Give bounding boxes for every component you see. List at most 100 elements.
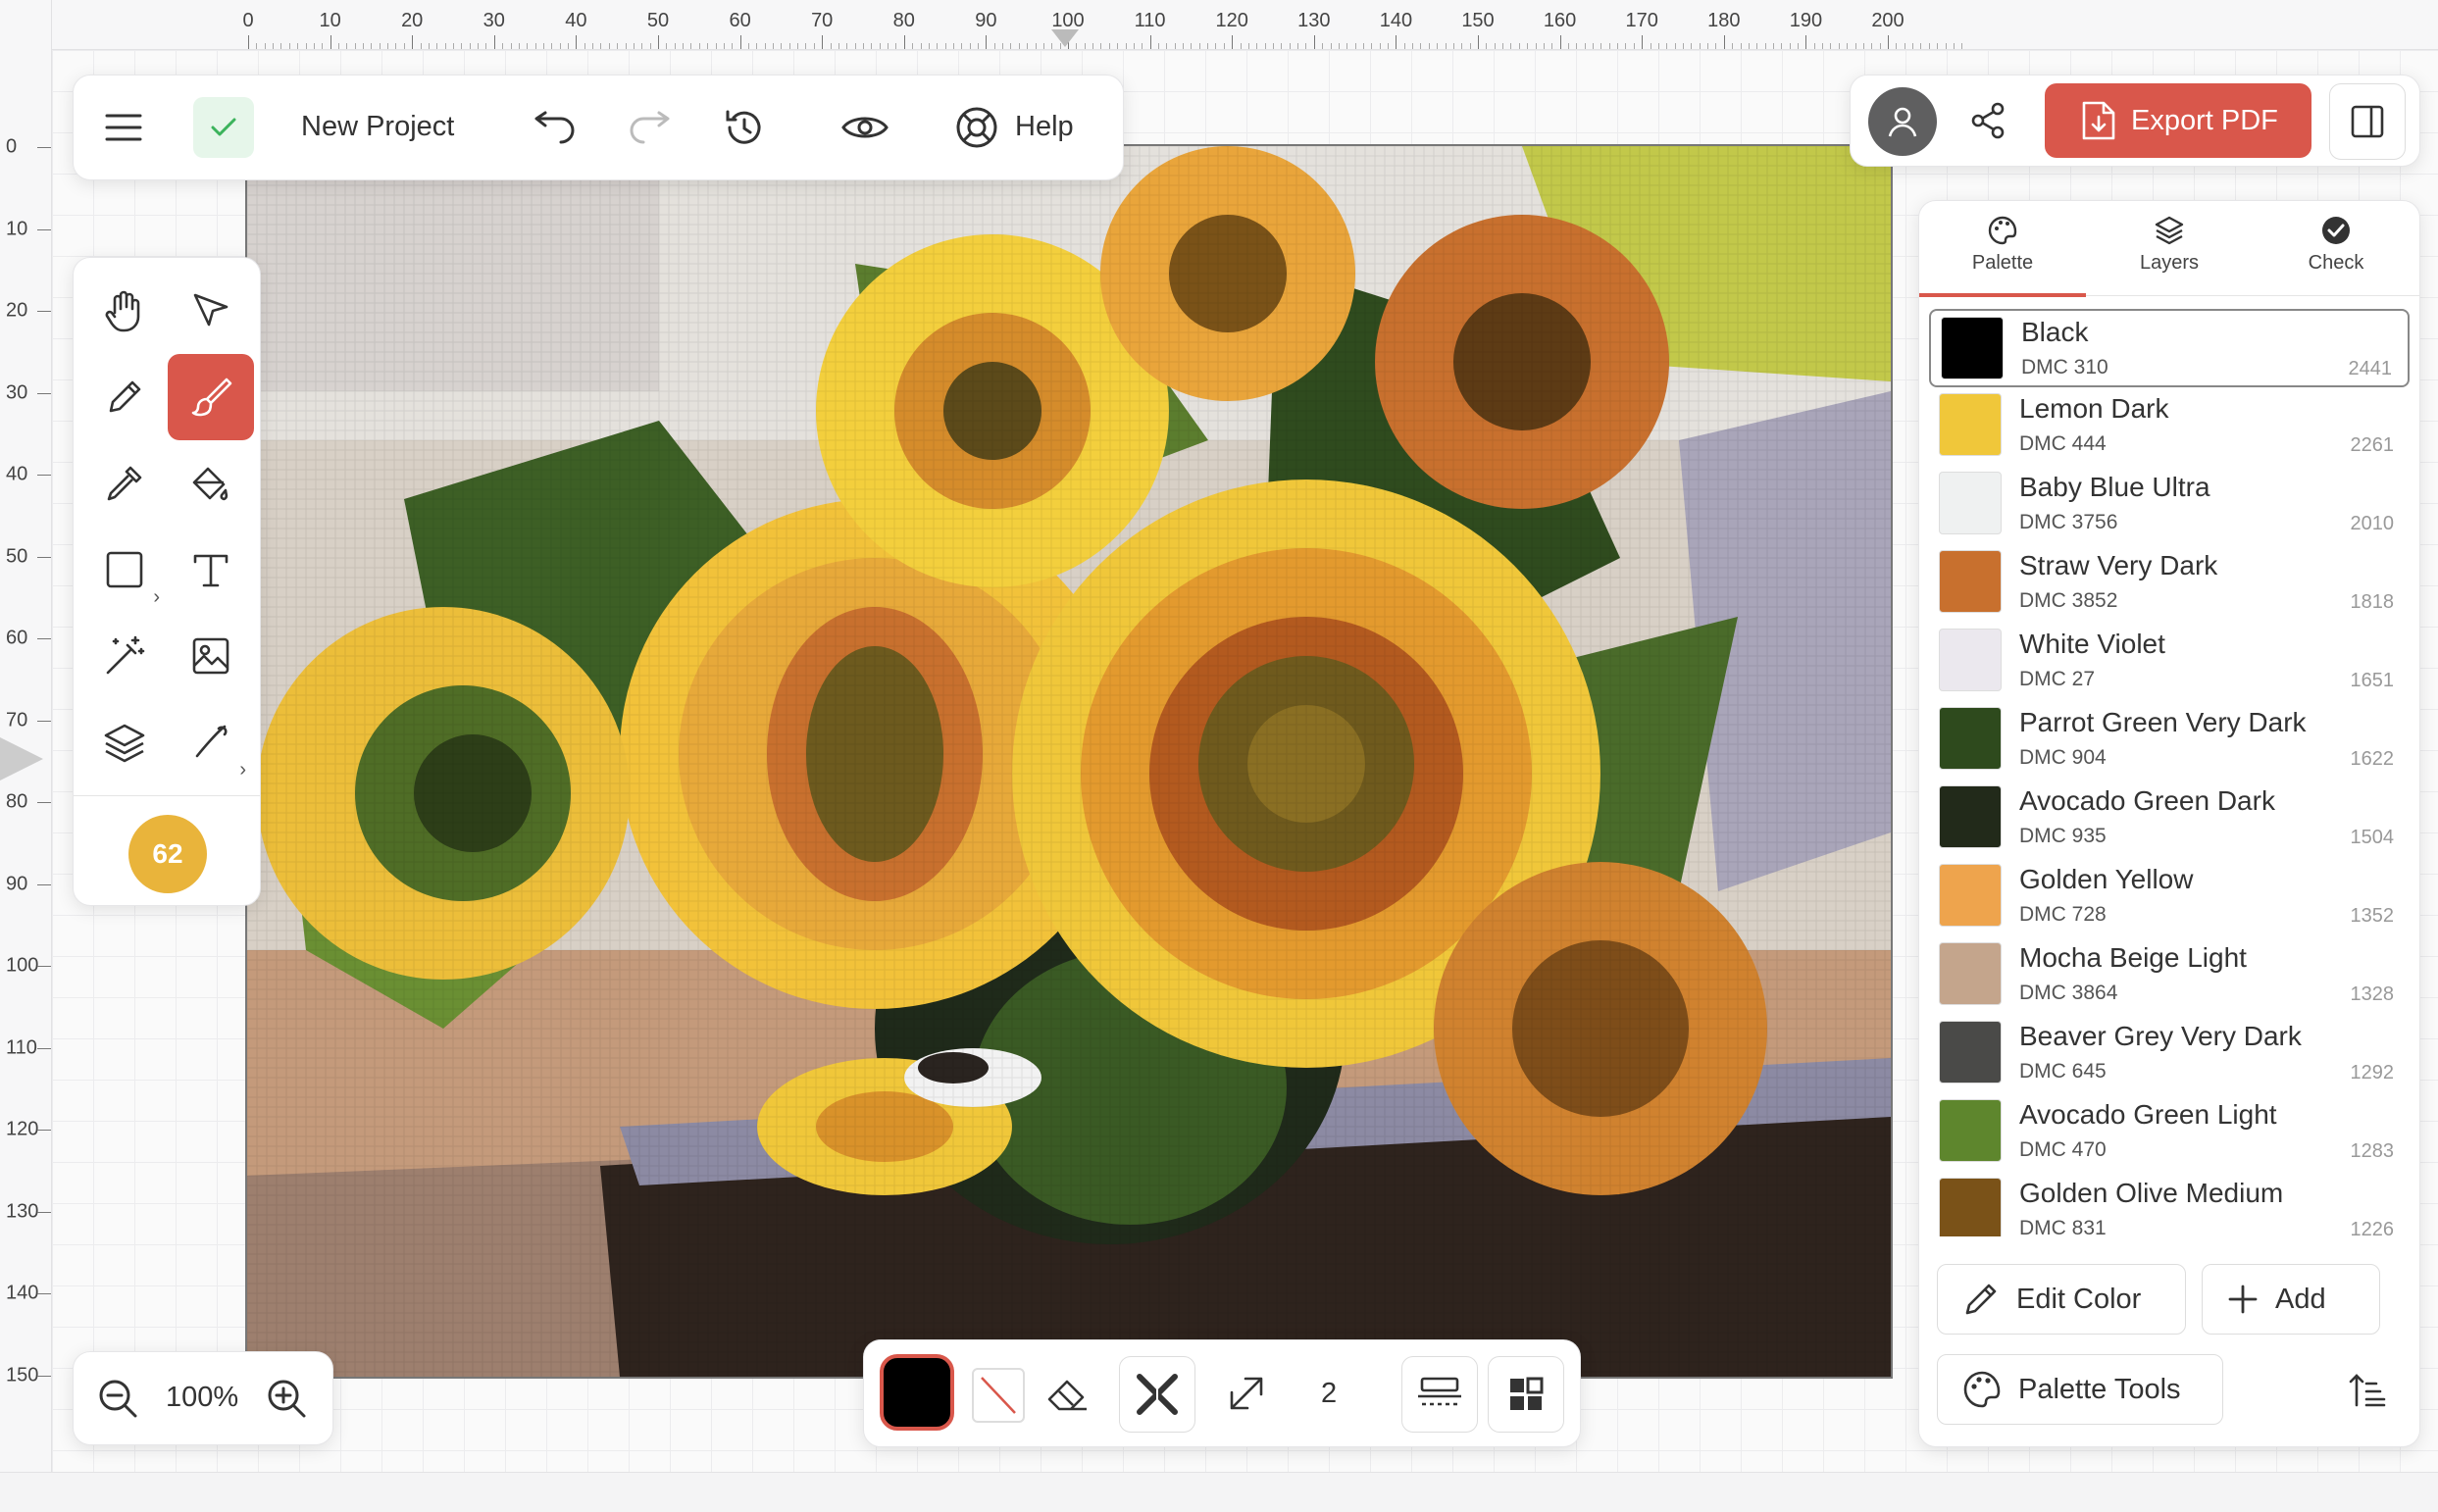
- ruler-tick: [37, 638, 51, 639]
- share-icon[interactable]: [1958, 91, 2017, 150]
- rectangle-tool[interactable]: ›: [81, 527, 168, 613]
- palette-color-list[interactable]: Black DMC 310 2441 Lemon Dark DMC 444 2261 Bab…: [1929, 309, 2410, 1236]
- brush-tool[interactable]: [168, 354, 254, 440]
- full-stitch-button[interactable]: [1119, 1356, 1195, 1433]
- palette-color-row[interactable]: Black DMC 310 2441: [1929, 309, 2410, 387]
- user-avatar[interactable]: [1868, 87, 1937, 156]
- ruler-top-label: 150: [1461, 10, 1495, 31]
- color-name: Parrot Green Very Dark: [2019, 707, 2307, 737]
- color-code: DMC 831: [2019, 1217, 2107, 1236]
- undo-icon[interactable]: [525, 97, 585, 158]
- help-lifebuoy-icon[interactable]: [946, 97, 1007, 158]
- image-tool[interactable]: [168, 613, 254, 699]
- pattern-canvas[interactable]: [245, 144, 1893, 1379]
- tab-palette[interactable]: Palette: [1919, 215, 2086, 297]
- sidebar-toggle-button[interactable]: [2329, 83, 2406, 160]
- ruler-top-label: 10: [319, 10, 341, 31]
- text-tool[interactable]: [168, 527, 254, 613]
- palette-color-row[interactable]: Mocha Beige Light DMC 3864 1328: [1929, 936, 2410, 1015]
- tab-layers[interactable]: Layers: [2086, 215, 2253, 275]
- stitch-size-value[interactable]: 2: [1321, 1378, 1337, 1410]
- color-name: Golden Yellow: [2019, 864, 2194, 894]
- needle-icon: [195, 725, 228, 758]
- ruler-minor-tick: [879, 43, 881, 49]
- current-color-swatch[interactable]: [880, 1354, 954, 1431]
- edit-color-button[interactable]: Edit Color: [1937, 1264, 2186, 1335]
- ruler-minor-tick: [1084, 43, 1086, 49]
- color-swatch: [1939, 707, 2002, 770]
- grid-view-button[interactable]: [1488, 1356, 1564, 1433]
- stitch-type-button[interactable]: [1401, 1356, 1478, 1433]
- stitch-count: 1622: [2350, 748, 2395, 770]
- ruler-minor-tick: [723, 43, 725, 49]
- tool-palette: › › 62: [73, 257, 261, 906]
- redo-icon[interactable]: [619, 97, 680, 158]
- ruler-minor-tick: [1117, 43, 1119, 49]
- palette-color-row[interactable]: Golden Yellow DMC 728 1352: [1929, 858, 2410, 936]
- magic-wand-tool[interactable]: [81, 613, 168, 699]
- palette-tools-button[interactable]: Palette Tools: [1937, 1354, 2223, 1425]
- eyedropper-tool[interactable]: [81, 440, 168, 527]
- add-color-button[interactable]: Add: [2202, 1264, 2380, 1335]
- stitch-size-icon[interactable]: [1217, 1364, 1276, 1423]
- palette-color-row[interactable]: Baby Blue Ultra DMC 3756 2010: [1929, 466, 2410, 544]
- ruler-minor-tick: [1608, 43, 1610, 49]
- preview-eye-icon[interactable]: [835, 97, 895, 158]
- ruler-minor-tick: [1740, 43, 1742, 49]
- palette-color-row[interactable]: Avocado Green Dark DMC 935 1504: [1929, 780, 2410, 858]
- zoom-out-icon[interactable]: [91, 1372, 144, 1425]
- eraser-icon[interactable]: [1039, 1364, 1097, 1423]
- zoom-in-icon[interactable]: [260, 1372, 313, 1425]
- history-icon[interactable]: [713, 97, 774, 158]
- palette-color-row[interactable]: Beaver Grey Very Dark DMC 645 1292: [1929, 1015, 2410, 1093]
- color-code: DMC 27: [2019, 668, 2096, 690]
- ruler-top-label: 20: [401, 10, 424, 31]
- select-arrow-tool[interactable]: [168, 268, 254, 354]
- palette-color-row[interactable]: Parrot Green Very Dark DMC 904 1622: [1929, 701, 2410, 780]
- palette-color-row[interactable]: Golden Olive Medium DMC 831 1226: [1929, 1172, 2410, 1236]
- palette-color-row[interactable]: Avocado Green Light DMC 470 1283: [1929, 1093, 2410, 1172]
- ruler-minor-tick: [1042, 43, 1044, 49]
- color-count-badge[interactable]: 62: [128, 815, 207, 893]
- color-swatch: [1939, 472, 2002, 534]
- fill-bucket-tool[interactable]: [168, 440, 254, 527]
- color-swatch: [1941, 317, 2004, 379]
- ruler-minor-tick: [1379, 43, 1381, 49]
- ruler-top-label: 170: [1625, 10, 1658, 31]
- ruler-tick: [37, 966, 51, 967]
- ruler-left-label: 60: [6, 627, 28, 649]
- palette-color-row[interactable]: White Violet DMC 27 1651: [1929, 623, 2410, 701]
- ruler-minor-tick: [1518, 43, 1520, 49]
- project-title[interactable]: New Project: [301, 111, 454, 143]
- ruler-minor-tick: [773, 43, 775, 49]
- pan-hand-tool[interactable]: [81, 268, 168, 354]
- ruler-left-label: 10: [6, 218, 28, 239]
- ruler-tick: [37, 720, 51, 722]
- ruler-top-label: 80: [892, 10, 915, 31]
- ruler-position-marker[interactable]: [1051, 29, 1079, 47]
- zoom-level[interactable]: 100%: [166, 1382, 238, 1414]
- ruler-minor-tick: [1657, 43, 1659, 49]
- ruler-minor-tick: [1584, 43, 1586, 49]
- stitch-count: 1283: [2350, 1140, 2395, 1162]
- color-code: DMC 935: [2019, 825, 2107, 847]
- ruler-tick: [1396, 35, 1397, 49]
- sort-icon[interactable]: [2341, 1364, 2394, 1417]
- no-color-swatch[interactable]: [972, 1368, 1025, 1423]
- backstitch-needle-tool[interactable]: ›: [168, 699, 254, 785]
- ruler-position-marker-left[interactable]: [0, 737, 43, 781]
- pencil-tool[interactable]: [81, 354, 168, 440]
- add-label: Add: [2275, 1283, 2326, 1315]
- menu-icon[interactable]: [93, 97, 154, 158]
- ruler-minor-tick: [928, 43, 930, 49]
- palette-color-row[interactable]: Straw Very Dark DMC 3852 1818: [1929, 544, 2410, 623]
- ruler-minor-tick: [871, 43, 873, 49]
- layers-tool[interactable]: [81, 699, 168, 785]
- tab-check[interactable]: Check: [2253, 215, 2419, 275]
- ruler-tick: [37, 311, 51, 312]
- help-button[interactable]: Help: [1015, 111, 1074, 143]
- color-code: DMC 444: [2019, 432, 2107, 455]
- palette-color-row[interactable]: Lemon Dark DMC 444 2261: [1929, 387, 2410, 466]
- export-pdf-button[interactable]: Export PDF: [2045, 83, 2311, 158]
- ruler-minor-tick: [797, 43, 799, 49]
